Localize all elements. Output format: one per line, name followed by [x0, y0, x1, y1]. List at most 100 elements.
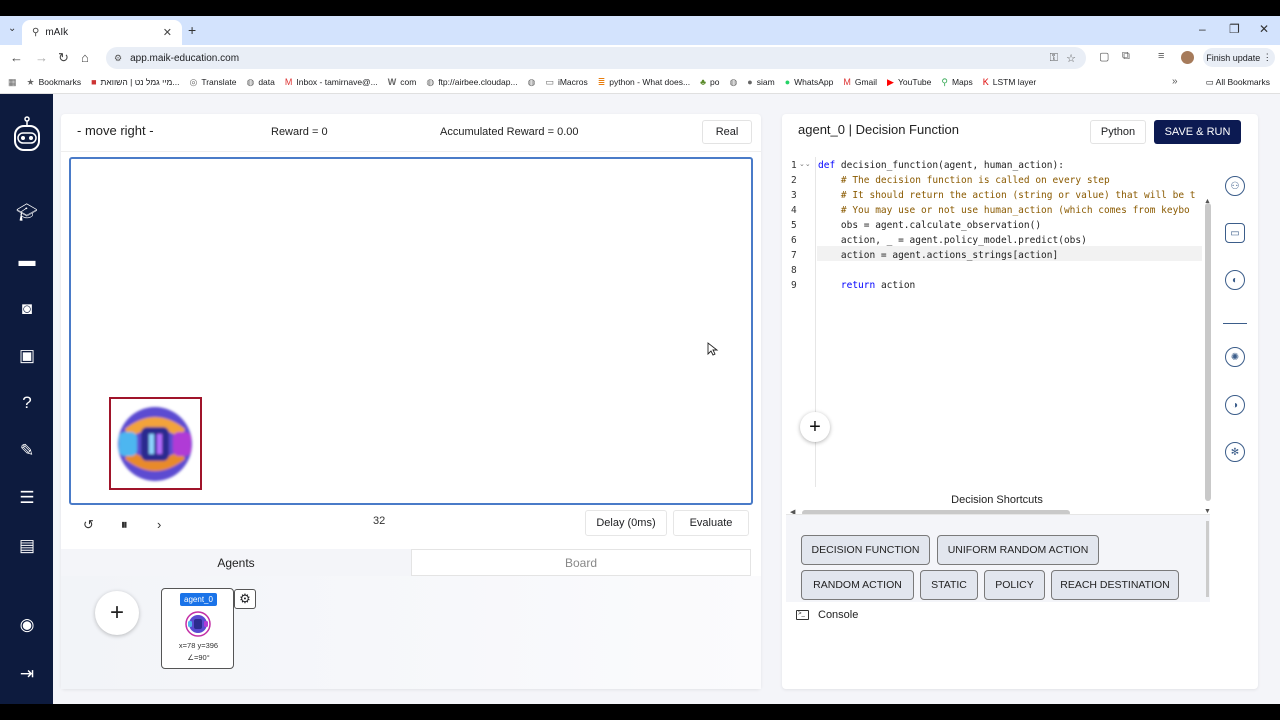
- right-tool-rail: ⚇ ▭ ◐ ✺ ◑ ✻: [1212, 157, 1258, 487]
- folder-icon[interactable]: ▬: [14, 248, 40, 274]
- bookmark-label: LSTM layer: [992, 77, 1037, 87]
- bookmark-item[interactable]: ◍: [729, 77, 737, 88]
- bookmark-item[interactable]: ● siam: [747, 77, 774, 87]
- restore-icon[interactable]: ❐: [1229, 22, 1240, 36]
- bookmark-item[interactable]: ★ Bookmarks: [27, 77, 82, 88]
- forward-arrow-icon[interactable]: →: [35, 50, 48, 65]
- code-comment: # The decision function is called on eve…: [818, 175, 1110, 186]
- robot-logo-icon[interactable]: [12, 116, 42, 156]
- tab-close-icon[interactable]: ✕: [163, 26, 172, 39]
- code-line[interactable]: obs = agent.calculate_observation(): [818, 220, 1041, 231]
- browser-tab[interactable]: ⚲ mAIk ✕: [22, 20, 182, 45]
- step-counter: 32: [373, 515, 386, 527]
- restart-icon[interactable]: ↺: [83, 517, 94, 533]
- step-forward-chevron-icon[interactable]: ›: [157, 517, 161, 532]
- console-toggle[interactable]: >_ Console: [796, 609, 858, 621]
- shortcut-static-button[interactable]: STATIC: [920, 570, 978, 600]
- tab-agents[interactable]: Agents: [61, 549, 411, 576]
- agent-settings-gear-icon[interactable]: ⚙: [234, 589, 256, 609]
- bookmark-item[interactable]: M Gmail: [843, 77, 877, 87]
- code-line[interactable]: # The decision function is called on eve…: [818, 175, 1110, 186]
- shortcut-random-action-button[interactable]: RANDOM ACTION: [801, 570, 914, 600]
- table-icon[interactable]: ▤: [14, 533, 40, 559]
- back-arrow-icon[interactable]: ←: [10, 50, 23, 65]
- reload-icon[interactable]: ↻: [58, 50, 69, 66]
- brain-gear-icon[interactable]: ✺: [1225, 347, 1245, 367]
- extension-icon[interactable]: ▢: [1099, 50, 1109, 63]
- tab-search-chevron-icon[interactable]: ⌄: [8, 23, 16, 34]
- logout-icon[interactable]: ⇥: [14, 661, 40, 687]
- media-controls-icon[interactable]: ≡: [1158, 50, 1164, 62]
- evaluate-button[interactable]: Evaluate: [673, 510, 749, 536]
- bookmark-item[interactable]: ◍ ftp://airbee.cloudap...: [426, 77, 517, 88]
- bookmark-item[interactable]: ▭ iMacros: [545, 77, 587, 88]
- user-icon[interactable]: ◉: [14, 612, 40, 638]
- code-line[interactable]: # It should return the action (string or…: [818, 190, 1196, 201]
- code-editor[interactable]: ⌄⌄ 123456789 def decision_function(agent…: [786, 157, 1211, 529]
- shortcut-decision-function-button[interactable]: DECISION FUNCTION: [801, 535, 930, 565]
- bookmark-item[interactable]: ● WhatsApp: [785, 77, 834, 87]
- bookmark-item[interactable]: Wcom: [388, 77, 417, 87]
- head-brain-icon[interactable]: ◐: [1225, 270, 1245, 290]
- help-icon[interactable]: ?: [14, 390, 40, 416]
- shortcut-uniform-random-action-button[interactable]: UNIFORM RANDOM ACTION: [937, 535, 1099, 565]
- brain-icon[interactable]: ◑: [1225, 395, 1245, 415]
- extensions-puzzle-icon[interactable]: ⧉: [1122, 50, 1130, 63]
- tab-board[interactable]: Board: [411, 549, 751, 576]
- bookmark-item[interactable]: ▶ YouTube: [887, 77, 931, 88]
- code-line[interactable]: return action: [818, 280, 915, 291]
- screen-icon[interactable]: ▣: [14, 343, 40, 369]
- bookmark-item[interactable]: M Inbox - tamirnave@...: [285, 77, 378, 87]
- site-info-icon[interactable]: ⚙: [114, 53, 122, 64]
- minimize-icon[interactable]: –: [1199, 22, 1206, 36]
- apps-grid-icon[interactable]: ▦: [8, 77, 17, 88]
- python-button[interactable]: Python: [1090, 120, 1146, 144]
- real-button[interactable]: Real: [702, 120, 752, 144]
- bookmark-item[interactable]: ♣ po: [700, 77, 719, 87]
- password-key-icon[interactable]: ⚿: [1050, 52, 1058, 65]
- code-line[interactable]: def decision_function(agent, human_actio…: [818, 160, 1064, 171]
- profile-avatar[interactable]: [1181, 51, 1194, 64]
- bookmark-item[interactable]: ◍ data: [246, 77, 274, 88]
- bookmark-item[interactable]: ◍: [528, 77, 536, 88]
- bookmark-item[interactable]: K LSTM layer: [983, 77, 1036, 87]
- network-icon[interactable]: ✻: [1225, 442, 1245, 462]
- delay-button[interactable]: Delay (0ms): [585, 510, 667, 536]
- monitor-icon[interactable]: ▭: [1225, 223, 1245, 243]
- terminal-icon: >_: [796, 610, 809, 620]
- simulation-canvas[interactable]: [69, 157, 753, 505]
- add-agent-button[interactable]: +: [95, 591, 139, 635]
- graduation-cap-icon[interactable]: 🎓︎: [14, 200, 40, 226]
- bookmark-item[interactable]: ■ מיי גמל נט | השוואת...: [91, 77, 179, 87]
- bookmark-star-icon[interactable]: ☆: [1066, 52, 1076, 65]
- agent-sprite[interactable]: [109, 397, 202, 490]
- all-bookmarks[interactable]: ▭ All Bookmarks: [1206, 77, 1270, 88]
- shortcut-policy-button[interactable]: POLICY: [984, 570, 1045, 600]
- window-close-icon[interactable]: ✕: [1259, 22, 1269, 36]
- address-bar[interactable]: ⚙ app.maik-education.com ☆ ⚿: [106, 47, 1086, 69]
- new-tab-plus-icon[interactable]: +: [188, 22, 196, 38]
- save-and-run-button[interactable]: SAVE & RUN: [1154, 120, 1241, 144]
- shortcuts-scrollbar[interactable]: [1206, 521, 1209, 597]
- code-line[interactable]: action, _ = agent.policy_model.predict(o…: [818, 235, 1087, 246]
- bookmark-label: po: [709, 77, 720, 87]
- agent-card[interactable]: agent_0 ⚙ x=78 y=396 ∠=90°: [161, 588, 256, 669]
- app-root: 🎓︎ ▬ ◙ ▣ ? ✎ ☰ ▤ ◉ ⇥ - move right - Rewa…: [0, 94, 1280, 704]
- bookmark-item[interactable]: ◎ Translate: [189, 77, 236, 88]
- vertical-scrollbar[interactable]: [1205, 203, 1211, 501]
- agent-robot-icon: [118, 407, 192, 481]
- bookmark-item[interactable]: ⚲ Maps: [941, 77, 972, 88]
- bookmarks-overflow-icon[interactable]: »: [1172, 76, 1178, 87]
- hierarchy-icon[interactable]: ⚇: [1225, 176, 1245, 196]
- add-code-button[interactable]: +: [800, 412, 830, 442]
- home-icon[interactable]: ⌂: [81, 50, 89, 65]
- shortcut-reach-destination-button[interactable]: REACH DESTINATION: [1051, 570, 1179, 600]
- sliders-icon[interactable]: ☰: [14, 485, 40, 511]
- bookmark-item[interactable]: ≣ python - What does...: [598, 77, 690, 88]
- camera-icon[interactable]: ◙: [14, 296, 40, 322]
- finish-update-button[interactable]: Finish update ⋮: [1203, 48, 1275, 67]
- wrench-icon[interactable]: ✎: [14, 438, 40, 464]
- pause-icon[interactable]: ⏸: [121, 517, 128, 533]
- code-line[interactable]: action = agent.actions_strings[action]: [818, 250, 1058, 261]
- code-line[interactable]: # You may use or not use human_action (w…: [818, 205, 1190, 216]
